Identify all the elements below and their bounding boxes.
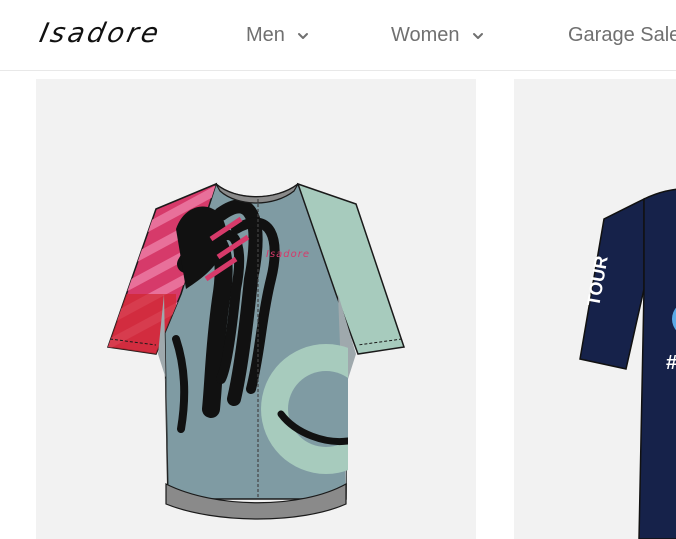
svg-text:#: # bbox=[666, 352, 676, 374]
product-image-jersey[interactable]: TOUR # bbox=[514, 79, 676, 539]
brand-logo[interactable]: Isadore bbox=[37, 18, 165, 49]
nav-men-label: Men bbox=[246, 24, 285, 46]
site-header: Isadore Men Women Garage Sale bbox=[0, 0, 676, 71]
nav-garage-sale-label: Garage Sale bbox=[568, 24, 676, 46]
product-card[interactable]: TOUR # bbox=[514, 79, 676, 539]
nav-women[interactable]: Women bbox=[391, 24, 484, 47]
chevron-down-icon bbox=[472, 32, 483, 39]
product-image-jersey[interactable]: Isadore bbox=[36, 79, 476, 539]
nav-men[interactable]: Men bbox=[246, 24, 309, 47]
nav-women-label: Women bbox=[391, 24, 460, 46]
product-card[interactable]: Isadore bbox=[36, 79, 476, 539]
jersey-logo-print: Isadore bbox=[266, 249, 310, 260]
nav-garage-sale[interactable]: Garage Sale bbox=[568, 24, 676, 47]
chevron-down-icon bbox=[297, 32, 308, 39]
